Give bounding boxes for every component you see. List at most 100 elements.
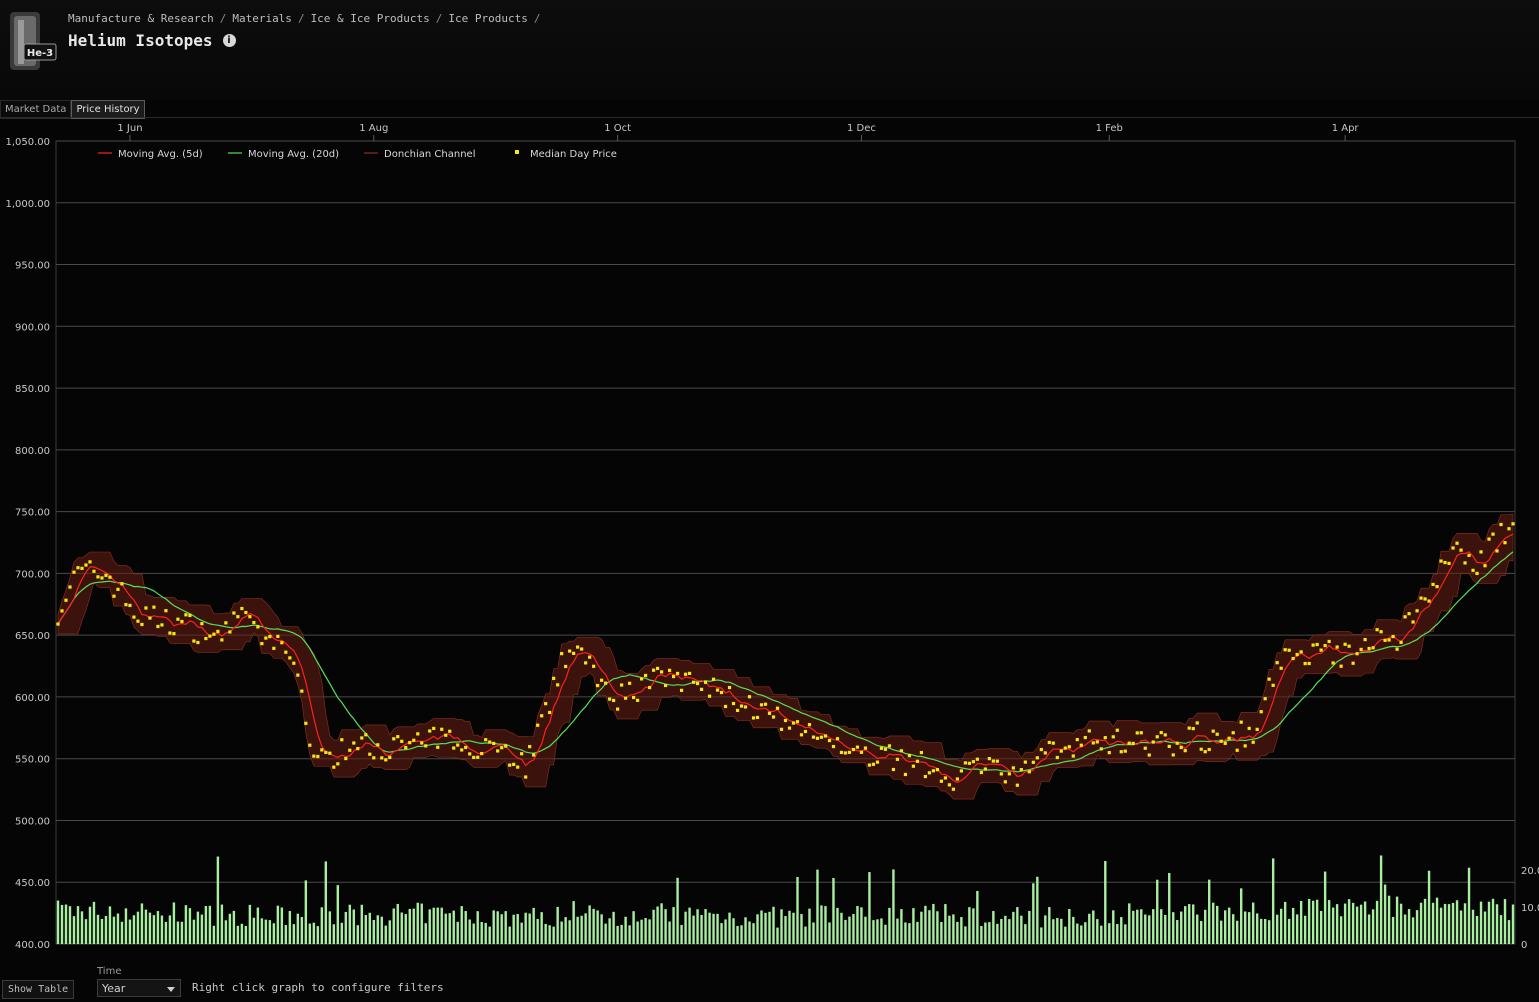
volume-bar (772, 906, 775, 944)
price-history-chart[interactable]: 1 Jun 1 Aug 1 Oct 1 Dec 1 Feb 1 Apr 1,050.001… (0, 118, 1539, 958)
median-point (1043, 751, 1047, 755)
volume-bar (252, 917, 256, 944)
volume-bar (140, 903, 144, 944)
volume-bar (1415, 910, 1419, 944)
y-tick-label: 700.00 (15, 569, 50, 580)
median-point (811, 735, 816, 739)
median-point (224, 621, 228, 625)
volume-bar (360, 904, 363, 944)
median-point (779, 727, 784, 731)
volume-bar (1040, 927, 1043, 944)
volume-bar (1060, 918, 1063, 944)
median-point (628, 681, 632, 685)
median-point (807, 723, 812, 727)
volume-bar (256, 907, 260, 944)
volume-bar (784, 916, 787, 944)
volume-bar (436, 907, 439, 944)
volume-bar (1036, 876, 1039, 944)
volume-bar (1168, 872, 1171, 944)
median-point (560, 652, 564, 656)
volume-bar (560, 921, 563, 944)
median-point (859, 750, 864, 754)
volume-bar (824, 906, 827, 944)
median-point (1315, 642, 1319, 647)
volume-bar (116, 913, 120, 944)
median-point (1079, 743, 1083, 747)
volume-bar (164, 921, 168, 944)
volume-bar (656, 906, 659, 944)
volume-bar (496, 911, 499, 944)
time-select[interactable]: Year (97, 979, 181, 997)
volume-bar (1112, 910, 1115, 944)
show-table-button[interactable]: Show Table (2, 980, 75, 999)
volume-bar (396, 903, 399, 944)
median-point (1011, 766, 1015, 770)
median-point (568, 649, 572, 653)
hint-text: Right click graph to configure filters (192, 981, 444, 994)
volume-bar (1092, 910, 1095, 944)
volume-bars (56, 855, 1515, 944)
volume-bar (584, 913, 587, 944)
median-point (620, 683, 624, 687)
volume-bar (1287, 918, 1291, 944)
y-tick-label: 1,000.00 (5, 199, 50, 210)
median-point (667, 668, 672, 672)
volume-bar (1251, 902, 1255, 944)
volume-bar (324, 861, 328, 944)
y-tick-label: 900.00 (15, 322, 50, 333)
median-point (544, 702, 548, 706)
volume-bar (1144, 914, 1147, 944)
median-point (580, 647, 584, 651)
volume-bar (1363, 901, 1367, 944)
page-title: Helium Isotopes (68, 31, 213, 50)
volume-bar (228, 913, 232, 944)
median-point (368, 752, 372, 756)
volume-bar (856, 905, 859, 944)
median-point (276, 634, 280, 638)
median-point (1075, 737, 1079, 742)
volume-bar (700, 914, 703, 944)
volume-bar (232, 910, 236, 944)
median-point (200, 622, 204, 626)
volume-bar (992, 911, 995, 944)
volume-bar (756, 914, 759, 944)
median-point (1211, 729, 1215, 733)
y-tick-label: 750.00 (15, 508, 50, 519)
volume-bar (1327, 900, 1331, 944)
median-point (771, 715, 776, 719)
median-point (120, 582, 124, 586)
volume-bar (608, 918, 611, 944)
volume-bar (1200, 920, 1203, 944)
median-point (867, 763, 872, 767)
breadcrumb-item[interactable]: Ice & Ice Products (311, 12, 430, 25)
volume-bar (1156, 879, 1159, 944)
volume-bar (480, 921, 483, 944)
median-point (528, 745, 532, 749)
volume-bar (792, 912, 795, 944)
volume-bar (1184, 906, 1187, 944)
median-point (1059, 749, 1063, 753)
volume-bar (976, 890, 979, 944)
breadcrumb-item[interactable]: Materials (232, 12, 292, 25)
y-axis: 1,050.00 1,000.00 950.00 900.00 850.00 800.00… (5, 137, 50, 951)
x-tick-label: 1 Feb (1096, 123, 1123, 134)
volume-bar (624, 916, 627, 944)
volume-bar (148, 912, 152, 944)
volume-tick-label: 0 (1521, 940, 1527, 951)
volume-bar (1303, 915, 1307, 944)
median-point (1191, 727, 1195, 731)
median-point (1503, 541, 1507, 545)
volume-bar (960, 917, 963, 944)
info-icon[interactable]: i (222, 34, 236, 47)
median-point (1195, 721, 1199, 725)
breadcrumb-item[interactable]: Ice Products (448, 12, 527, 25)
volume-bar (192, 919, 196, 944)
median-point (795, 720, 800, 724)
breadcrumb-item[interactable]: Manufacture & Research (68, 12, 214, 25)
volume-bar (672, 907, 675, 944)
median-point (1007, 772, 1011, 776)
median-point (739, 704, 744, 708)
volume-bar (720, 923, 723, 944)
median-point (296, 673, 300, 677)
median-point (1207, 747, 1211, 752)
